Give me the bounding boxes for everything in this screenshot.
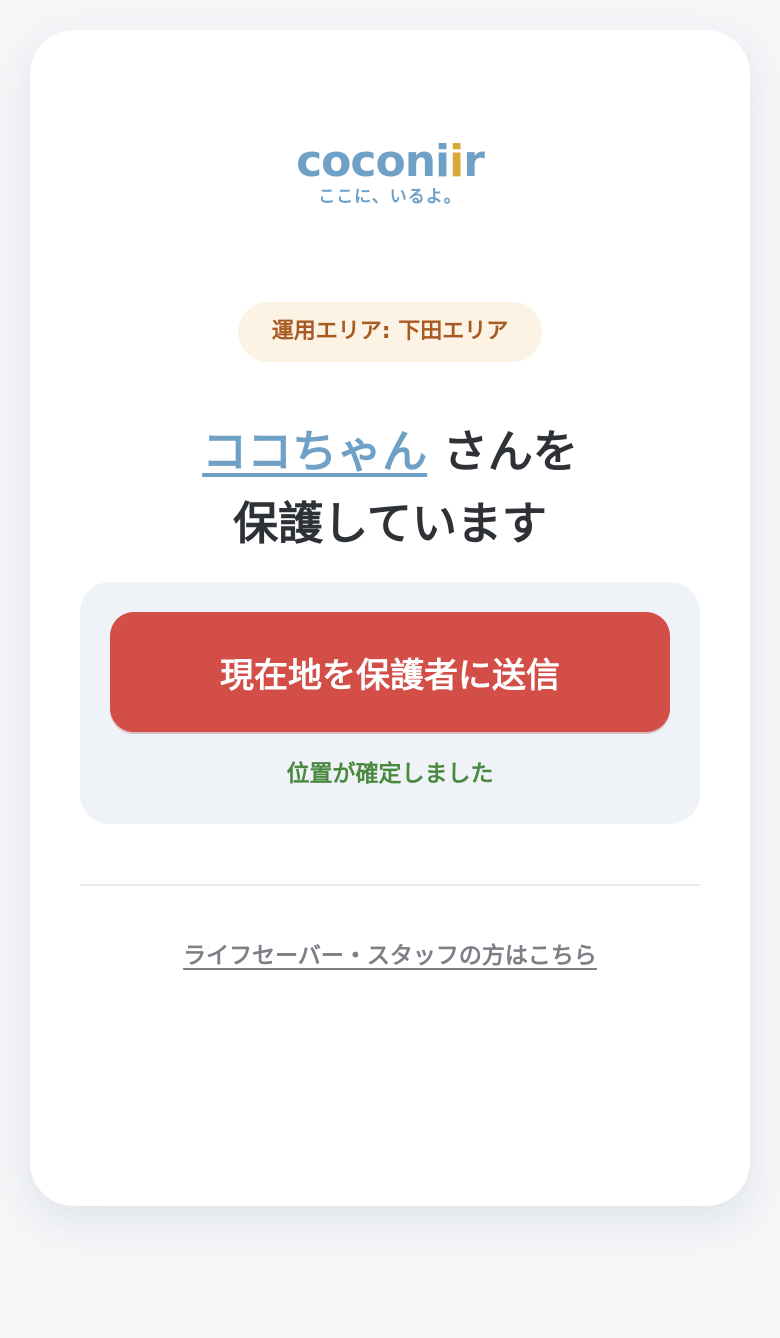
location-action-panel: 現在地を保護者に送信 位置が確定しました: [80, 582, 700, 824]
title-suffix: さんを: [427, 425, 578, 478]
title-line-1: ココちゃん さんを: [30, 416, 750, 488]
staff-login-link[interactable]: ライフセーバー・スタッフの方はこちら: [183, 943, 597, 969]
main-card: coconiir ここに、いるよ。 運用エリア: 下田エリア ココちゃん さんを…: [30, 30, 750, 1206]
page-title: ココちゃん さんを 保護しています: [30, 416, 750, 560]
send-location-button[interactable]: 現在地を保護者に送信: [110, 612, 670, 732]
app-logo: coconiir ここに、いるよ。: [30, 136, 750, 208]
title-line-2: 保護しています: [233, 497, 547, 550]
area-badge: 運用エリア: 下田エリア: [238, 302, 542, 362]
staff-link-container: ライフセーバー・スタッフの方はこちら: [30, 936, 750, 970]
logo-tagline: ここに、いるよ。: [318, 187, 462, 207]
logo-wordmark: coconiir: [296, 136, 485, 187]
divider: [80, 884, 700, 886]
child-name-link[interactable]: ココちゃん: [202, 425, 427, 478]
location-status-text: 位置が確定しました: [286, 761, 494, 787]
